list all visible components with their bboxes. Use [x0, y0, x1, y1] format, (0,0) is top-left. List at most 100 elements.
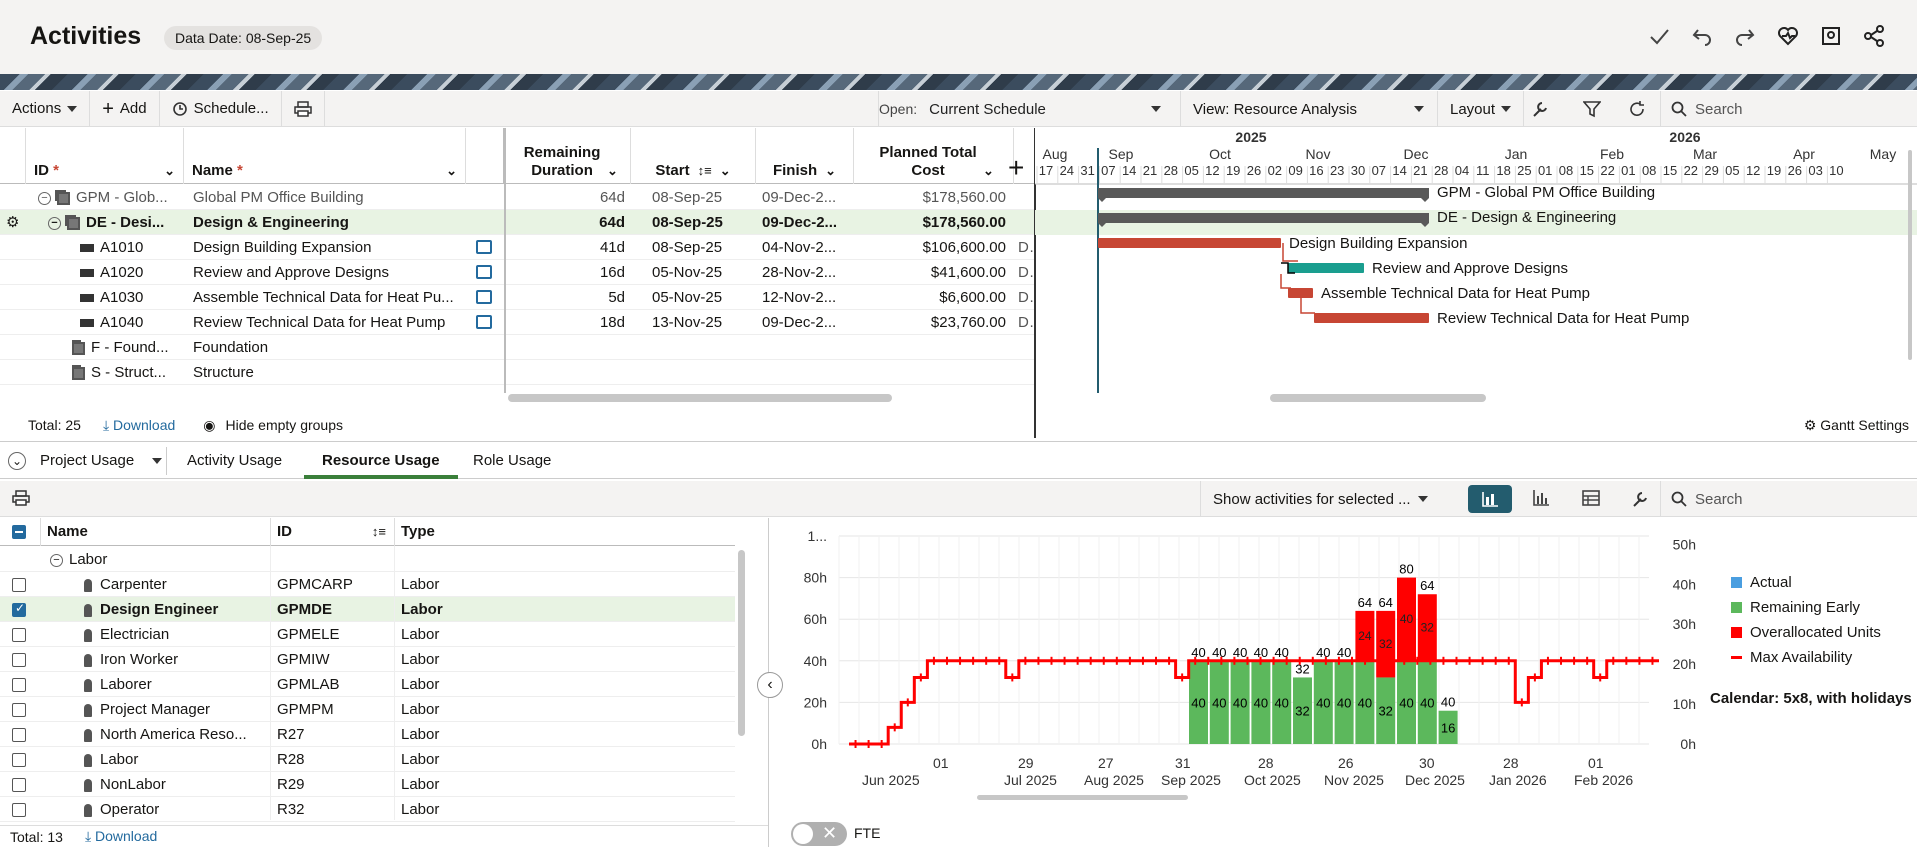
tab-activity-usage[interactable]: Activity Usage	[187, 443, 282, 479]
collapse-icon[interactable]: −	[48, 216, 61, 230]
row-checkbox[interactable]	[12, 753, 26, 767]
group-row[interactable]: − Labor	[0, 547, 735, 572]
grid-scrollbar[interactable]	[508, 394, 892, 402]
view-selector[interactable]: View: Resource Analysis	[1180, 91, 1436, 127]
schedule-button[interactable]: Schedule...	[160, 90, 282, 127]
check-icon[interactable]	[1644, 21, 1674, 51]
hide-empty-groups[interactable]: Hide empty groups	[226, 417, 344, 433]
chart-scrollbar[interactable]	[977, 795, 1188, 800]
collapse-icon[interactable]: −	[38, 191, 51, 205]
resource-type: Labor	[401, 751, 440, 768]
table-row[interactable]: A1030 Assemble Technical Data for Heat P…	[0, 285, 1035, 310]
tab-resource-usage[interactable]: Resource Usage	[304, 443, 458, 479]
notes-icon[interactable]	[476, 315, 492, 329]
resource-row[interactable]: Iron Worker GPMIW Labor	[0, 647, 735, 672]
download-link[interactable]: ⤓ Download	[85, 828, 157, 845]
refresh-icon[interactable]	[1628, 100, 1646, 122]
gantt-settings-link[interactable]: ⚙ Gantt Settings	[1804, 417, 1909, 434]
table-row[interactable]: A1010 Design Building Expansion 41d 08-S…	[0, 235, 1035, 260]
summary-bar-cap	[1098, 198, 1106, 202]
column-header-type[interactable]: Type	[394, 518, 734, 546]
column-header-id[interactable]: ID ↕≡	[270, 518, 394, 546]
collapse-icon[interactable]: −	[50, 553, 63, 567]
row-checkbox[interactable]	[12, 778, 26, 792]
bar-overallocated-label: 24	[1358, 629, 1372, 643]
table-row[interactable]: A1040 Review Technical Data for Heat Pum…	[0, 310, 1035, 335]
wrench-icon[interactable]	[1630, 489, 1650, 513]
health-icon[interactable]	[1773, 21, 1803, 51]
resource-row[interactable]: North America Reso... R27 Labor	[0, 722, 735, 747]
print-button[interactable]	[282, 90, 325, 127]
row-checkbox[interactable]	[12, 803, 26, 817]
undo-icon[interactable]	[1687, 21, 1717, 51]
table-row[interactable]: ⚙ − DE - Desi... Design & Engineering 64d…	[0, 210, 1035, 235]
show-activities-select[interactable]: Show activities for selected ...	[1200, 481, 1440, 517]
search-field[interactable]: Search	[1660, 91, 1917, 127]
select-all-checkbox[interactable]	[12, 525, 26, 539]
filter-icon[interactable]	[1582, 100, 1602, 122]
chevron-down-icon[interactable]: ⌄	[825, 162, 836, 180]
gear-icon[interactable]: ⚙	[6, 210, 26, 235]
bar-chart-icon[interactable]	[1532, 489, 1550, 511]
bar-value-label: 40	[1337, 695, 1351, 710]
tab-role-usage[interactable]: Role Usage	[473, 443, 551, 479]
table-row[interactable]: − GPM - Glob... Global PM Office Building…	[0, 185, 1035, 210]
resource-row[interactable]: Carpenter GPMCARP Labor	[0, 572, 735, 597]
resource-row[interactable]: Laborer GPMLAB Labor	[0, 672, 735, 697]
notes-icon[interactable]	[476, 265, 492, 279]
row-checkbox[interactable]	[12, 703, 26, 717]
resource-vscrollbar[interactable]	[738, 550, 745, 736]
usage-search-field[interactable]: Search	[1660, 481, 1917, 517]
row-checkbox[interactable]	[12, 628, 26, 642]
chevron-down-icon[interactable]: ⌄	[164, 162, 175, 180]
report-icon[interactable]	[1816, 21, 1846, 51]
add-button[interactable]: + Add	[90, 90, 160, 127]
column-header-remaining[interactable]: Remaining Duration ⌄	[505, 128, 631, 184]
notes-icon[interactable]	[476, 240, 492, 254]
week-label: 08	[1559, 163, 1573, 178]
resource-row[interactable]: Electrician GPMELE Labor	[0, 622, 735, 647]
project-usage-dropdown[interactable]: ⌄ Project Usage	[8, 443, 163, 479]
print-icon[interactable]	[12, 490, 30, 510]
chevron-down-icon[interactable]: ⌄	[446, 162, 457, 180]
row-checkbox[interactable]	[12, 578, 26, 592]
row-checkbox[interactable]	[12, 678, 26, 692]
row-checkbox[interactable]: ✓	[12, 601, 26, 617]
wrench-icon[interactable]	[1530, 99, 1550, 123]
column-header-cost[interactable]: Planned Total Cost ⌄	[854, 128, 1014, 184]
sort-icon[interactable]: ↕≡	[698, 162, 712, 180]
table-row[interactable]: F - Found... Foundation	[0, 335, 1035, 360]
layout-menu[interactable]: Layout	[1437, 91, 1525, 127]
resource-row[interactable]: Labor R28 Labor	[0, 747, 735, 772]
add-column-icon[interactable]: +	[1008, 154, 1024, 182]
open-selector[interactable]: Open: Current Schedule	[878, 91, 1162, 127]
chevron-down-icon[interactable]: ⌄	[607, 162, 618, 180]
resource-row[interactable]: ✓ Design Engineer GPMDE Labor	[0, 597, 735, 622]
column-header-start[interactable]: Start ↕≡ ⌄	[631, 128, 756, 184]
row-checkbox[interactable]	[12, 653, 26, 667]
table-view-icon[interactable]	[1582, 490, 1600, 510]
resource-row[interactable]: Operator R32 Labor	[0, 797, 735, 822]
download-link[interactable]: ⤓ Download	[103, 417, 175, 434]
redo-icon[interactable]	[1730, 21, 1760, 51]
column-header-name[interactable]: Name * ⌄	[184, 128, 466, 184]
sort-icon[interactable]: ↕≡	[372, 518, 386, 546]
column-header-name[interactable]: Name	[40, 518, 270, 546]
table-row[interactable]: A1020 Review and Approve Designs 16d 05-…	[0, 260, 1035, 285]
resource-row[interactable]: Project Manager GPMPM Labor	[0, 697, 735, 722]
stacked-bar-chart-button[interactable]	[1468, 485, 1512, 513]
gantt-scrollbar[interactable]	[1270, 394, 1486, 402]
resource-row[interactable]: NonLabor R29 Labor	[0, 772, 735, 797]
table-row[interactable]: S - Struct... Structure	[0, 360, 1035, 385]
share-icon[interactable]	[1859, 21, 1889, 51]
column-header-id[interactable]: ID * ⌄	[26, 128, 184, 184]
notes-icon[interactable]	[476, 290, 492, 304]
column-header-finish[interactable]: Finish ⌄	[756, 128, 854, 184]
chevron-down-icon[interactable]: ⌄	[983, 162, 994, 180]
gantt-vscrollbar[interactable]	[1908, 150, 1912, 360]
row-checkbox[interactable]	[12, 728, 26, 742]
actions-menu[interactable]: Actions	[0, 90, 91, 127]
chevron-down-icon[interactable]: ⌄	[720, 162, 731, 180]
fte-toggle[interactable]: ✕	[791, 822, 847, 846]
row-id: A1030	[100, 289, 144, 306]
